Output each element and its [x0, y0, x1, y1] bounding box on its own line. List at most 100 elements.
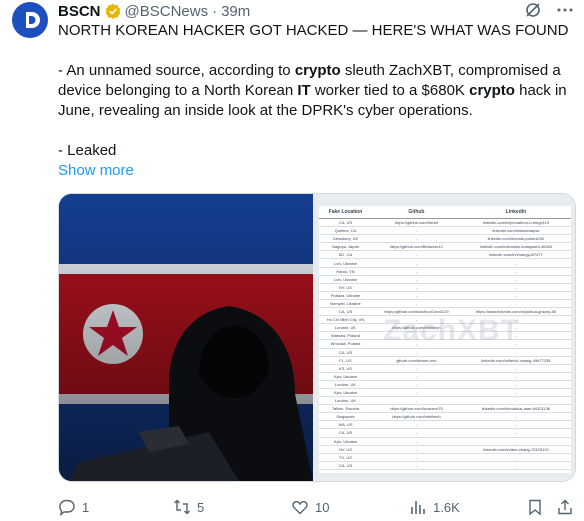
table-cell: CA, US — [319, 348, 372, 357]
table-cell: Kyiv, Ukraine — [319, 372, 372, 381]
table-row: Warsaw, Poland - - — [319, 331, 571, 341]
table-cell: Singapore — [319, 412, 372, 422]
table-cell: - — [371, 275, 461, 284]
table-row: CA, US - - — [319, 348, 571, 357]
views-count: 1.6K — [433, 499, 460, 515]
table-row: Quebec, CA - linkedin.com/in/davidrapss — [319, 226, 571, 236]
table-row: Ho Chi Minh City, VN - - — [319, 315, 571, 325]
leaked-spreadsheet[interactable]: Fake Location Github Linkedin CA, US http… — [313, 194, 575, 481]
table-row: Kyiv, Ukraine - - — [319, 372, 571, 381]
table-cell: - — [371, 437, 461, 446]
table-cell: linkedin.com/in/davidrapss — [460, 226, 571, 236]
table-cell: - — [460, 339, 571, 349]
hacker-image — [59, 194, 313, 481]
table-row: FL, US github.com/blesen-dev linkedin.com/… — [319, 356, 571, 365]
table-cell: - — [460, 437, 571, 446]
table-cell: - — [371, 331, 461, 341]
like-count: 10 — [315, 499, 330, 515]
verified-badge-icon — [105, 3, 120, 19]
table-row: CA, US - - — [319, 461, 571, 470]
table-cell: - — [371, 267, 461, 276]
table-row: Nemyriv, Ukraine - - — [319, 299, 571, 309]
table-cell: NY, US — [319, 283, 372, 292]
table-row: London, UK - - — [319, 396, 571, 406]
table-row: London, UK - - — [319, 380, 571, 389]
table-cell: - — [460, 258, 571, 268]
views-button[interactable]: 1.6K — [409, 498, 460, 516]
table-cell: https://github.com/intelltech — [371, 412, 461, 422]
table-cell: https://github.com/lucanero75 — [371, 404, 461, 414]
reply-button[interactable]: 1 — [58, 498, 89, 516]
table-row: Dewsbury, UK - linkedin.com/in/mark-pickle… — [319, 234, 571, 244]
more-icon[interactable] — [556, 1, 574, 19]
like-button[interactable]: 10 — [291, 498, 329, 516]
grok-icon[interactable] — [524, 1, 542, 19]
share-button[interactable] — [556, 498, 574, 516]
table-cell: https://www.linkedin.com/in/joshua-grace… — [460, 307, 571, 317]
table-cell: - — [460, 364, 571, 373]
table-cell: - — [460, 412, 571, 422]
table-cell: - — [371, 315, 461, 325]
table-cell: Poltava, Ukraine — [319, 291, 372, 300]
table-cell: - — [371, 453, 461, 462]
reply-icon — [59, 499, 75, 516]
table-cell: WA, US — [319, 420, 372, 430]
show-more-link[interactable]: Show more — [58, 161, 578, 181]
column-header: Github — [371, 206, 461, 219]
table-row: CA, US - - — [319, 428, 571, 438]
table-cell: - — [460, 275, 571, 284]
bscn-logo-icon — [26, 12, 40, 28]
repost-button[interactable]: 5 — [173, 498, 204, 516]
table-cell: - — [460, 283, 571, 292]
table-cell: Ho Chi Minh City, VN — [319, 315, 372, 325]
table-row: NY, US - - — [319, 283, 571, 292]
table-cell: - — [460, 299, 571, 309]
tweet-paragraph: - An unnamed source, according to crypto… — [58, 62, 567, 119]
table-cell: London, UK — [319, 380, 372, 389]
table-cell: - — [460, 291, 571, 300]
tweet-media[interactable]: Fake Location Github Linkedin CA, US http… — [58, 193, 576, 482]
table-cell: FL, US — [319, 356, 372, 365]
table-cell: https://github.com/intelltech — [371, 323, 461, 333]
table-cell: Nemyriv, Ukraine — [319, 299, 372, 309]
tweet-paragraph-leaked: - Leaked — [58, 142, 117, 159]
table-cell: - — [371, 234, 461, 244]
table-row: Kyiv, Ukraine - - — [319, 437, 571, 446]
column-header: Linkedin — [460, 206, 571, 219]
table-cell: Lviv, Ukraine — [319, 275, 372, 284]
table-cell: - — [371, 339, 461, 349]
table-cell: - — [460, 331, 571, 341]
author-handle[interactable]: @BSCNews — [125, 3, 209, 20]
table-cell: linkedin.com/in/kosuke-kobayashi-4b083 — [460, 242, 571, 252]
table-cell: - — [371, 380, 461, 389]
table-cell: NV, US — [319, 445, 372, 454]
bookmark-button[interactable] — [526, 498, 544, 516]
share-icon — [558, 499, 572, 515]
table-row: London, UK https://github.com/intelltech - — [319, 323, 571, 333]
tweet-header: BSCN @BSCNews · 39m — [58, 0, 574, 22]
table-cell: linkedin.com/in/kevin-hwang-49b77335 — [460, 356, 571, 365]
repost-icon — [174, 499, 190, 515]
tweet-text: NORTH KOREAN HACKER GOT HACKED — HERE'S … — [58, 21, 578, 181]
repost-count: 5 — [197, 499, 205, 515]
timestamp[interactable]: 39m — [221, 3, 250, 20]
table-row: TX, US - - — [319, 453, 571, 462]
bookmark-icon — [529, 499, 541, 516]
table-cell: - — [371, 420, 461, 430]
avatar[interactable] — [12, 2, 48, 38]
table-cell: - — [371, 428, 461, 438]
table-row: Kyiv, Ukraine - - — [319, 388, 571, 398]
views-icon — [411, 501, 425, 514]
table-cell: https://github.com/Belaceto12 — [371, 242, 461, 252]
table-row: Singapore https://github.com/intelltech - — [319, 412, 571, 422]
table-cell: - — [371, 372, 461, 381]
tweet-actions: 1 5 10 1.6K — [58, 498, 574, 518]
author-name[interactable]: BSCN — [58, 3, 101, 20]
table-cell: - — [371, 250, 461, 260]
like-icon — [292, 500, 308, 515]
table-cell: - — [371, 364, 461, 373]
hacker-photo[interactable] — [59, 194, 313, 481]
table-row: Hanoi, VN - - — [319, 267, 571, 276]
table-cell: - — [460, 388, 571, 398]
table-cell: - — [460, 323, 571, 333]
